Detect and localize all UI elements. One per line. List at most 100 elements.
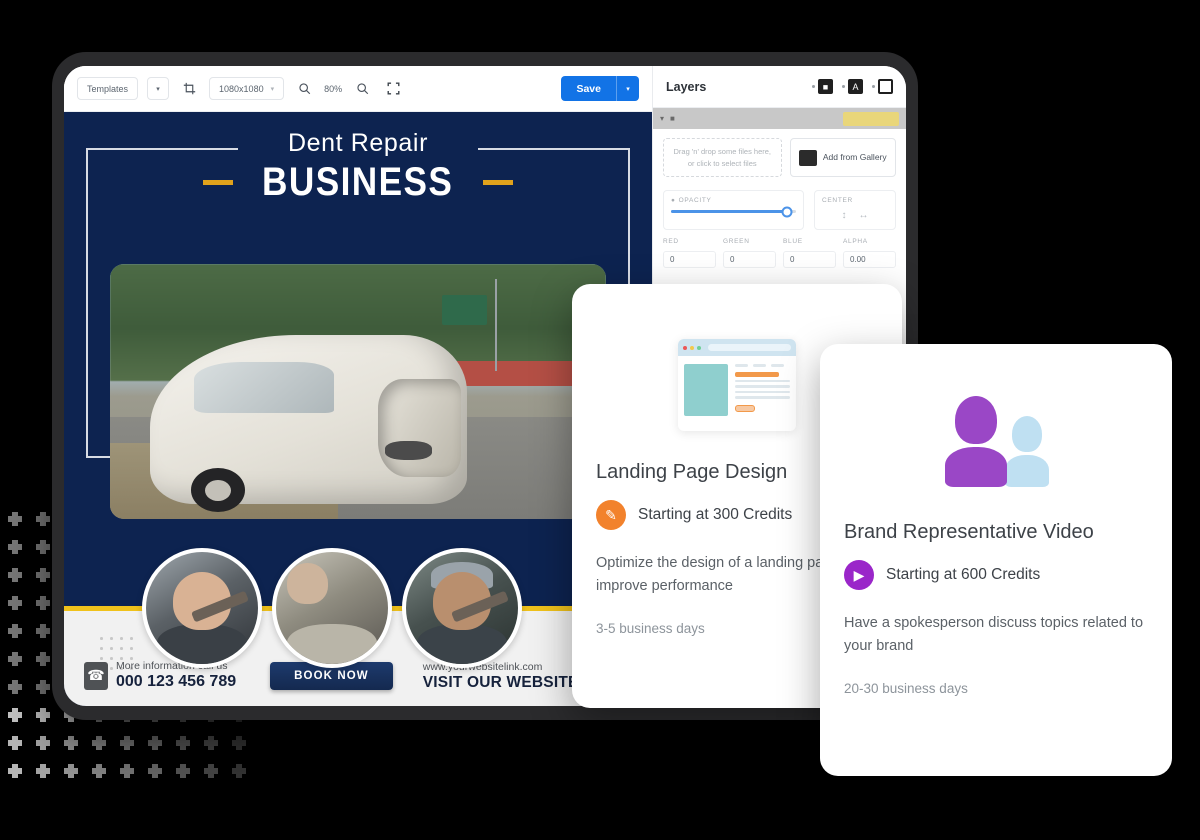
plus-shape xyxy=(120,736,134,750)
templates-dropdown-button[interactable]: ▾ xyxy=(147,77,170,100)
plus-shape xyxy=(36,540,50,554)
damaged-car-photo xyxy=(110,264,606,519)
save-dropdown-button[interactable]: ▾ xyxy=(616,76,639,101)
plus-shape xyxy=(148,764,162,778)
layer-preview-swatch xyxy=(843,111,899,126)
plus-shape xyxy=(8,512,22,526)
card-price: Starting at 300 Credits xyxy=(638,506,793,523)
poster-eyebrow-text: Dent Repair xyxy=(288,129,428,157)
decorative-plus-pattern-bottom xyxy=(8,708,260,792)
editor-toolbar: Templates ▾ 1080x1080 ▾ 80% Save ▾ xyxy=(64,66,652,112)
plus-shape xyxy=(8,736,22,750)
plus-shape xyxy=(8,708,22,722)
plus-shape xyxy=(176,764,190,778)
add-from-gallery-label: Add from Gallery xyxy=(822,152,887,163)
save-button-group[interactable]: Save ▾ xyxy=(561,76,639,101)
paintbrush-icon: ✎ xyxy=(596,500,626,530)
canvas-size-value: 1080x1080 xyxy=(219,83,264,94)
layers-panel-header: Layers ■ A xyxy=(653,66,906,108)
gold-dash-right xyxy=(482,179,513,185)
templates-button[interactable]: Templates xyxy=(77,77,139,100)
align-horizontal-icon[interactable]: ↔ xyxy=(859,210,869,221)
plus-shape xyxy=(8,652,22,666)
shape-layer-icon[interactable] xyxy=(872,79,893,94)
gallery-icon xyxy=(798,149,817,166)
plus-shape xyxy=(36,764,50,778)
circle-photo-technician-1 xyxy=(142,548,262,668)
text-layer-icon[interactable]: A xyxy=(842,79,863,94)
channel-label: BLUE xyxy=(783,238,803,246)
channel-field-red: RED 0 xyxy=(663,238,716,269)
service-card-brand-video[interactable]: Brand Representative Video ▶ Starting at… xyxy=(820,344,1172,776)
dot xyxy=(120,637,123,640)
two-people-illustration xyxy=(844,370,1148,520)
dot xyxy=(110,637,113,640)
channel-input[interactable]: 0 xyxy=(663,251,716,269)
opacity-slider-handle[interactable] xyxy=(781,206,793,218)
plus-shape xyxy=(92,736,106,750)
plus-shape xyxy=(232,764,246,778)
fullscreen-icon[interactable] xyxy=(382,78,404,100)
circle-photo-technician-3 xyxy=(402,548,522,668)
layer-thumbnail: ■ xyxy=(670,114,675,123)
contact-phone-number: 000 123 456 789 xyxy=(116,673,237,691)
canvas-size-select[interactable]: 1080x1080 ▾ xyxy=(209,77,285,100)
opacity-slider-fill xyxy=(671,210,788,214)
plus-shape xyxy=(232,736,246,750)
chevron-down-icon: ▾ xyxy=(270,85,275,93)
channel-label: GREEN xyxy=(723,238,750,246)
plus-shape xyxy=(204,764,218,778)
plus-shape xyxy=(8,540,22,554)
channel-label: RED xyxy=(663,238,679,246)
card-description: Have a spokesperson discuss topics relat… xyxy=(844,615,1144,655)
plus-shape xyxy=(8,764,22,778)
zoom-level-label: 80% xyxy=(324,83,343,94)
plus-shape xyxy=(36,596,50,610)
file-dropzone[interactable]: Drag 'n' drop some files here, or click … xyxy=(663,138,782,178)
card-title: Brand Representative Video xyxy=(844,521,1094,543)
opacity-label: OPACITY xyxy=(678,197,712,205)
plus-shape xyxy=(120,764,134,778)
opacity-label-row: ● OPACITY xyxy=(671,197,796,204)
editor-canvas-column: Templates ▾ 1080x1080 ▾ 80% Save ▾ Dent … xyxy=(64,66,652,706)
center-label-row: CENTER xyxy=(822,197,888,204)
channel-field-green: GREEN 0 xyxy=(723,238,776,269)
center-field: CENTER ↕ ↔ xyxy=(814,190,896,231)
layers-panel-title: Layers xyxy=(666,79,707,94)
dot xyxy=(120,647,123,650)
plus-shape xyxy=(36,708,50,722)
media-upload-area: Drag 'n' drop some files here, or click … xyxy=(653,129,906,186)
zoom-in-icon[interactable] xyxy=(351,78,373,100)
chevron-down-icon: ▾ xyxy=(626,85,630,93)
channel-input[interactable]: 0.00 xyxy=(843,251,896,269)
poster-canvas[interactable]: Dent Repair BUSINESS ☎ More information … xyxy=(64,112,652,706)
opacity-controls: ● OPACITY CENTER ↕ ↔ xyxy=(653,186,906,231)
plus-shape xyxy=(64,764,78,778)
save-button[interactable]: Save xyxy=(561,76,616,101)
layer-list-item[interactable]: ▾ ■ xyxy=(653,108,906,129)
plus-shape xyxy=(36,652,50,666)
chevron-down-icon: ▾ xyxy=(156,85,160,93)
plus-shape xyxy=(36,680,50,694)
channel-input[interactable]: 0 xyxy=(723,251,776,269)
dot xyxy=(110,647,113,650)
crop-icon[interactable] xyxy=(178,78,200,100)
opacity-slider[interactable] xyxy=(671,206,796,218)
dot xyxy=(100,647,103,650)
card-turnaround: 20-30 business days xyxy=(844,680,968,696)
text-layer-glyph: A xyxy=(848,79,863,94)
image-layer-icon[interactable]: ■ xyxy=(812,79,833,94)
plus-shape xyxy=(8,596,22,610)
plus-shape xyxy=(8,624,22,638)
phone-icon: ☎ xyxy=(84,661,108,690)
zoom-out-icon[interactable] xyxy=(293,78,315,100)
video-camera-icon: ▶ xyxy=(844,560,874,590)
channel-input[interactable]: 0 xyxy=(783,251,836,269)
plus-shape xyxy=(204,736,218,750)
align-vertical-icon[interactable]: ↕ xyxy=(842,210,847,221)
plus-shape xyxy=(36,512,50,526)
add-from-gallery-button[interactable]: Add from Gallery xyxy=(789,138,896,178)
plus-shape xyxy=(36,736,50,750)
channel-field-blue: BLUE 0 xyxy=(783,238,836,269)
chevron-down-icon[interactable]: ▾ xyxy=(660,114,664,123)
